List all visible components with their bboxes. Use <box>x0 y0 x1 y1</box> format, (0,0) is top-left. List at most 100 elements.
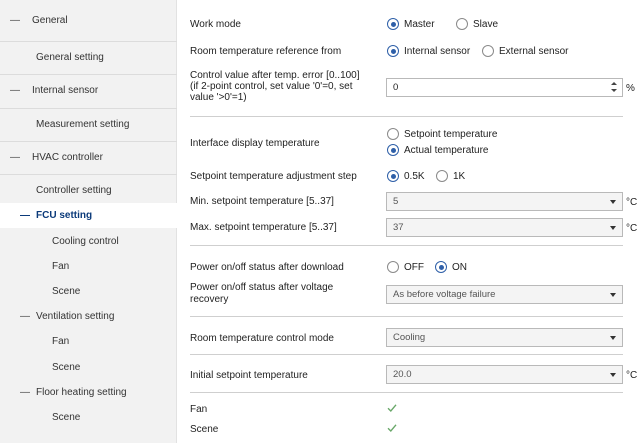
step-1k-radio[interactable]: 1K <box>436 169 465 183</box>
max-setpoint-dropdown[interactable]: 37 <box>386 218 623 237</box>
radio-icon <box>456 18 468 30</box>
radio-icon <box>387 128 399 140</box>
control-value-text: 0 <box>393 82 399 93</box>
radio-label: 0.5K <box>404 170 425 182</box>
sidebar-item-label: Floor heating setting <box>36 387 127 398</box>
collapse-icon[interactable]: — <box>20 380 30 405</box>
setpoint-temperature-radio[interactable]: Setpoint temperature <box>387 127 497 141</box>
radio-label: OFF <box>404 261 424 273</box>
setpoint-step-label: Setpoint temperature adjustment step <box>190 171 357 182</box>
divider <box>0 174 177 175</box>
min-setpoint-dropdown[interactable]: 5 <box>386 192 623 211</box>
sidebar-item-floor-heating-setting[interactable]: — Floor heating setting <box>0 380 177 405</box>
radio-selected-icon <box>435 261 447 273</box>
radio-label: Internal sensor <box>404 45 471 57</box>
sidebar-item-label: Scene <box>52 286 81 297</box>
sidebar-item-label: General <box>32 15 68 26</box>
chevron-down-icon <box>610 373 616 377</box>
power-after-voltage-label-line1: Power on/off status after voltage <box>190 282 334 293</box>
divider <box>190 354 623 355</box>
sidebar-item-ventilation-setting[interactable]: — Ventilation setting <box>0 304 177 329</box>
sidebar-item-label: Scene <box>52 412 81 423</box>
scene-checkbox[interactable] <box>386 422 398 434</box>
collapse-icon[interactable]: — <box>20 203 30 228</box>
collapse-icon[interactable]: — <box>10 8 20 33</box>
fan-label: Fan <box>190 404 208 415</box>
divider <box>0 74 177 75</box>
sidebar-item-label: Scene <box>52 362 81 373</box>
initial-setpoint-unit: °C <box>626 370 638 381</box>
sidebar-item-label: Fan <box>52 336 70 347</box>
sidebar-item-ventilation-fan[interactable]: Fan <box>0 329 177 354</box>
scene-label: Scene <box>190 424 219 435</box>
collapse-icon[interactable]: — <box>20 304 30 329</box>
initial-setpoint-value: 20.0 <box>393 369 412 380</box>
collapse-icon[interactable]: — <box>10 78 20 103</box>
work-mode-master-radio[interactable]: Master <box>387 17 435 31</box>
control-value-label-line2: (if 2-point control, set value '0'=0, se… <box>190 81 353 92</box>
chevron-down-icon <box>610 293 616 297</box>
sidebar-item-label: Controller setting <box>36 185 112 196</box>
radio-label: Actual temperature <box>404 144 489 156</box>
sidebar-item-internal-sensor[interactable]: — Internal sensor <box>0 78 177 103</box>
control-value-label-line3: value '>0'=1) <box>190 92 247 103</box>
sidebar-item-measurement-setting[interactable]: Measurement setting <box>0 112 177 137</box>
max-setpoint-unit: °C <box>626 223 638 234</box>
sidebar: — General General setting — Internal sen… <box>0 0 177 443</box>
divider <box>0 41 177 42</box>
actual-temperature-radio[interactable]: Actual temperature <box>387 143 489 157</box>
work-mode-slave-radio[interactable]: Slave <box>456 17 498 31</box>
power-after-voltage-label-line2: recovery <box>190 294 229 305</box>
sidebar-item-general-setting[interactable]: General setting <box>0 45 177 70</box>
step-0-5k-radio[interactable]: 0.5K <box>387 169 425 183</box>
power-after-voltage-dropdown[interactable]: As before voltage failure <box>386 285 623 304</box>
radio-label: 1K <box>453 170 466 182</box>
chevron-down-icon <box>610 226 616 230</box>
sidebar-item-label: Fan <box>52 261 70 272</box>
radio-selected-icon <box>387 45 399 57</box>
fan-checkbox[interactable] <box>386 402 398 414</box>
radio-label: Setpoint temperature <box>404 128 498 140</box>
control-mode-dropdown[interactable]: Cooling <box>386 328 623 347</box>
sidebar-item-label: Ventilation setting <box>36 311 115 322</box>
sidebar-item-fcu-setting[interactable]: — FCU setting <box>0 203 177 228</box>
internal-sensor-radio[interactable]: Internal sensor <box>387 44 470 58</box>
check-icon <box>387 424 397 433</box>
radio-label: ON <box>452 261 467 273</box>
radio-icon <box>436 170 448 182</box>
divider <box>190 245 623 246</box>
sidebar-item-fan[interactable]: Fan <box>0 254 177 279</box>
radio-selected-icon <box>387 144 399 156</box>
sidebar-item-general[interactable]: — General <box>0 8 177 33</box>
divider <box>0 108 177 109</box>
divider <box>190 116 623 117</box>
check-icon <box>387 404 397 413</box>
external-sensor-radio[interactable]: External sensor <box>482 44 568 58</box>
collapse-icon[interactable]: — <box>10 145 20 170</box>
spin-arrows-icon[interactable] <box>610 81 618 94</box>
control-mode-value: Cooling <box>393 332 426 343</box>
power-after-voltage-value: As before voltage failure <box>393 289 496 300</box>
sidebar-item-floor-heating-scene[interactable]: Scene <box>0 405 177 430</box>
sidebar-item-controller-setting[interactable]: Controller setting <box>0 178 177 203</box>
initial-setpoint-dropdown[interactable]: 20.0 <box>386 365 623 384</box>
sidebar-item-label: Measurement setting <box>36 119 130 130</box>
power-off-radio[interactable]: OFF <box>387 260 424 274</box>
control-value-unit: % <box>626 83 635 94</box>
sidebar-item-scene[interactable]: Scene <box>0 279 177 304</box>
settings-panel: Work mode Master Slave Room temperature … <box>178 0 643 443</box>
power-on-radio[interactable]: ON <box>435 260 467 274</box>
sidebar-item-ventilation-scene[interactable]: Scene <box>0 355 177 380</box>
control-value-spinbox[interactable]: 0 <box>386 78 623 97</box>
room-temp-reference-label: Room temperature reference from <box>190 46 342 57</box>
sidebar-item-label: General setting <box>36 52 104 63</box>
sidebar-item-cooling-control[interactable]: Cooling control <box>0 229 177 254</box>
interface-display-label: Interface display temperature <box>190 138 320 149</box>
radio-icon <box>482 45 494 57</box>
control-value-label-line1: Control value after temp. error [0..100] <box>190 70 360 81</box>
max-setpoint-label: Max. setpoint temperature [5..37] <box>190 222 337 233</box>
sidebar-item-label: HVAC controller <box>32 152 103 163</box>
min-setpoint-unit: °C <box>626 197 638 208</box>
work-mode-label: Work mode <box>190 19 241 30</box>
sidebar-item-hvac-controller[interactable]: — HVAC controller <box>0 145 177 170</box>
